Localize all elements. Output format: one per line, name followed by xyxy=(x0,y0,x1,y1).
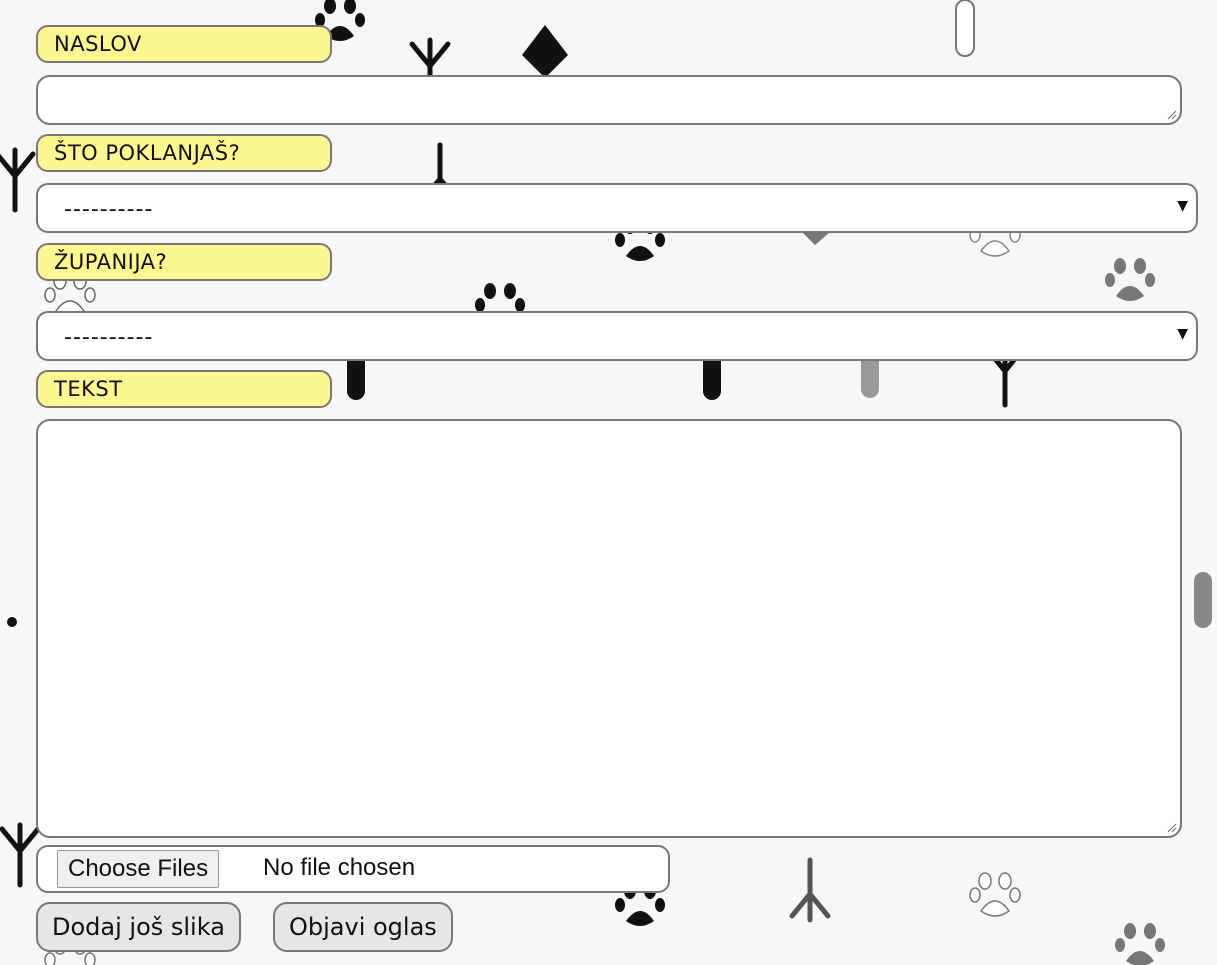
dropdown-arrow-icon: ▼ xyxy=(1177,198,1188,214)
text-area[interactable] xyxy=(36,419,1182,838)
gift-type-label: ŠTO POKLANJAŠ? xyxy=(36,134,332,172)
county-label: ŽUPANIJA? xyxy=(36,243,332,281)
text-label: TEKST xyxy=(36,370,332,408)
title-input[interactable] xyxy=(36,75,1182,125)
county-select[interactable]: ---------- ▼ xyxy=(36,311,1198,361)
dropdown-arrow-icon: ▼ xyxy=(1177,326,1188,342)
publish-ad-button[interactable]: Objavi oglas xyxy=(273,902,453,952)
gift-ad-form: NASLOV ŠTO POKLANJAŠ? ---------- ▼ ŽUPAN… xyxy=(0,0,1217,965)
file-input[interactable]: Choose Files No file chosen xyxy=(36,845,670,893)
resize-handle-icon[interactable] xyxy=(1167,823,1177,833)
choose-files-button[interactable]: Choose Files xyxy=(57,850,220,888)
resize-handle-icon[interactable] xyxy=(1167,110,1177,120)
gift-type-selected: ---------- xyxy=(64,197,154,222)
add-more-images-button[interactable]: Dodaj još slika xyxy=(36,902,241,952)
gift-type-select[interactable]: ---------- ▼ xyxy=(36,183,1198,233)
title-label: NASLOV xyxy=(36,25,332,63)
county-selected: ---------- xyxy=(64,325,154,350)
file-status: No file chosen xyxy=(263,854,416,881)
